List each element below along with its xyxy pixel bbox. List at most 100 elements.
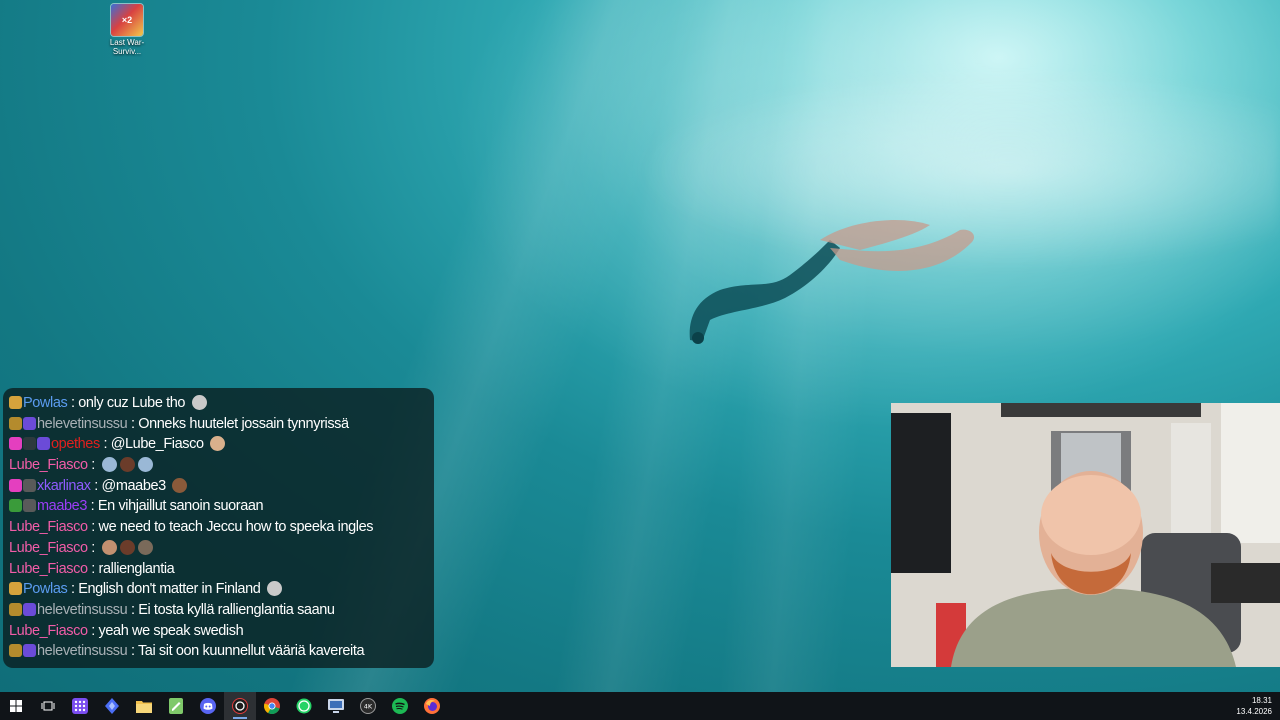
- chat-badge-icon: [37, 437, 50, 451]
- chat-message: opethes : @Lube_Fiasco: [9, 434, 434, 455]
- wallpaper-freediver: [689, 220, 975, 344]
- chat-username: opethes: [51, 436, 100, 453]
- chat-message: Powlas : only cuz Lube tho: [9, 393, 434, 414]
- file-explorer-icon: [136, 701, 152, 713]
- chrome-icon: [264, 698, 280, 714]
- chat-message: Powlas : English don't matter in Finland: [9, 579, 434, 600]
- task-view-button[interactable]: [32, 692, 64, 720]
- crown-badge-icon: [9, 644, 22, 658]
- emote-icon: [172, 477, 188, 493]
- chat-message: helevetinsussu : Onneks huutelet jossain…: [9, 414, 434, 435]
- notepad-button[interactable]: [160, 692, 192, 720]
- obs-icon: [232, 698, 248, 714]
- emote-icon: [210, 436, 226, 452]
- chat-message: Lube_Fiasco : we need to teach Jeccu how…: [9, 517, 434, 538]
- desktop-icon-last-war[interactable]: ×2 Last War-Surviv...: [100, 4, 154, 56]
- chat-message: Lube_Fiasco : rallienglantia: [9, 559, 434, 580]
- emote-icon: [137, 539, 153, 555]
- crown-badge-icon: [9, 416, 22, 430]
- chat-username: Powlas: [23, 395, 68, 411]
- emote-icon: [101, 539, 117, 555]
- check-badge-icon: [23, 437, 36, 451]
- heart-badge-icon: [9, 437, 22, 451]
- emote-icon: [267, 581, 283, 597]
- notepad-icon: [169, 698, 183, 714]
- app-grid-icon: [72, 698, 88, 714]
- chat-text: : yeah we speak swedish: [87, 622, 244, 639]
- diamond-app-button[interactable]: [96, 692, 128, 720]
- chat-message: xkarlinax : @maabe3: [9, 476, 434, 497]
- chat-text: : @Lube_Fiasco: [99, 436, 208, 453]
- chat-badge-icon: [23, 602, 36, 616]
- chat-message: maabe3 : En vihjaillut sanoin suoraan: [9, 496, 434, 517]
- last-war-game-icon: ×2: [111, 4, 143, 36]
- 4k-app-button[interactable]: 4K: [352, 692, 384, 720]
- whatsapp-button[interactable]: [288, 692, 320, 720]
- chat-username: helevetinsussu: [37, 415, 128, 432]
- emote-icon: [119, 539, 135, 555]
- emote-icon: [101, 457, 117, 473]
- sub-badge-icon: [9, 582, 22, 596]
- firefox-icon: [424, 698, 440, 714]
- firefox-button[interactable]: [416, 692, 448, 720]
- taskbar-clock[interactable]: 18.31 13.4.2026: [1236, 695, 1272, 717]
- chat-text: : Tai sit oon kuunnellut vääriä kavereit…: [127, 643, 365, 660]
- chat-username: helevetinsussu: [37, 601, 128, 618]
- chat-username: Lube_Fiasco: [9, 622, 88, 639]
- windows-taskbar: 4K 18.31 13.4.2026: [0, 692, 1280, 720]
- webcam-scene: [891, 403, 1280, 667]
- task-view-icon: [41, 701, 55, 711]
- webcam-feed: [891, 403, 1280, 667]
- spotify-button[interactable]: [384, 692, 416, 720]
- chat-text: : we need to teach Jeccu how to speeka i…: [87, 519, 374, 536]
- chat-username: Lube_Fiasco: [9, 539, 88, 556]
- chat-text: : Ei tosta kyllä rallienglantia saanu: [127, 601, 335, 618]
- chat-message: helevetinsussu : Ei tosta kyllä rallieng…: [9, 600, 434, 621]
- whatsapp-icon: [296, 698, 312, 714]
- chat-text: :: [87, 539, 99, 556]
- chat-text: : rallienglantia: [87, 560, 175, 577]
- emote-icon: [191, 395, 207, 410]
- start-icon: [10, 700, 22, 712]
- emote-icon: [119, 457, 135, 473]
- chat-message: helevetinsussu : Tai sit oon kuunnellut …: [9, 641, 434, 662]
- chat-username: xkarlinax: [37, 477, 91, 494]
- file-explorer-button[interactable]: [128, 692, 160, 720]
- skull-badge-icon: [23, 499, 36, 513]
- skull-badge-icon: [23, 478, 36, 492]
- chat-username: Lube_Fiasco: [9, 519, 88, 536]
- sub-badge-icon: [9, 396, 22, 409]
- chat-username: helevetinsussu: [37, 643, 128, 660]
- chat-message: Lube_Fiasco : yeah we speak swedish: [9, 621, 434, 642]
- chat-text: : English don't matter in Finland: [67, 581, 265, 598]
- stream-chat-overlay: Powlas : only cuz Lube tho helevetinsuss…: [3, 388, 434, 668]
- chat-username: Powlas: [23, 581, 68, 598]
- chat-text: :: [87, 457, 99, 474]
- monitor-app-icon: [328, 699, 344, 713]
- crown-badge-icon: [9, 602, 22, 616]
- chat-text: : En vihjaillut sanoin suoraan: [87, 498, 264, 515]
- desktop-icon-label: Last War-Surviv...: [109, 38, 145, 56]
- chat-text: : only cuz Lube tho: [67, 395, 189, 411]
- 4k-app-icon: 4K: [360, 698, 376, 714]
- start-button[interactable]: [0, 692, 32, 720]
- discord-icon: [200, 698, 216, 714]
- monitor-app-button[interactable]: [320, 692, 352, 720]
- clock-time: 18.31: [1251, 696, 1272, 705]
- chat-badge-icon: [23, 416, 36, 430]
- app-grid-button[interactable]: [64, 692, 96, 720]
- chat-text: : Onneks huutelet jossain tynnyrissä: [127, 415, 349, 432]
- emote-icon: [137, 457, 153, 473]
- discord-button[interactable]: [192, 692, 224, 720]
- chat-text: : @maabe3: [90, 477, 170, 494]
- diamond-app-icon: [105, 698, 119, 714]
- chat-username: Lube_Fiasco: [9, 560, 88, 577]
- chat-message: Lube_Fiasco :: [9, 455, 434, 476]
- crown-badge-icon: [9, 499, 22, 513]
- svg-text:4K: 4K: [364, 703, 373, 711]
- spotify-icon: [392, 698, 408, 714]
- chrome-button[interactable]: [256, 692, 288, 720]
- chat-username: maabe3: [37, 498, 87, 515]
- chat-badge-icon: [23, 644, 36, 658]
- obs-button[interactable]: [224, 692, 256, 720]
